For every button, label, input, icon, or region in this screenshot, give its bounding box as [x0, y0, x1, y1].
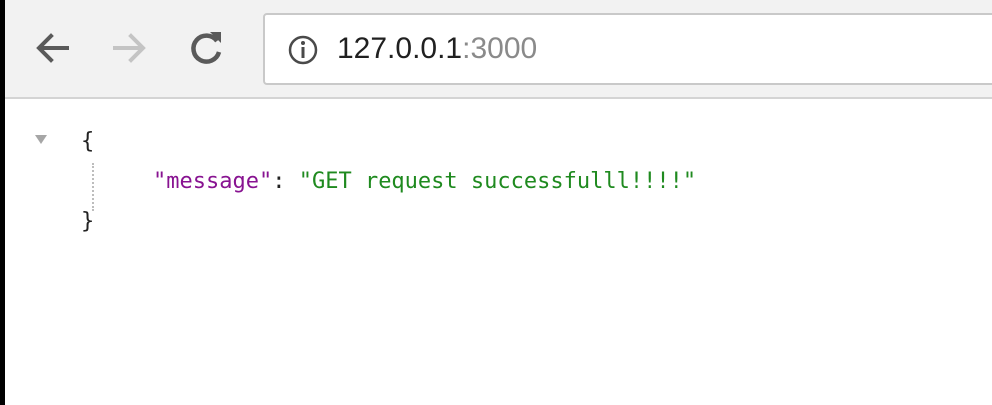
json-open-brace: { [81, 129, 95, 154]
json-viewer: { "message": "GET request successfulll!!… [5, 99, 992, 405]
reload-icon[interactable] [182, 24, 230, 72]
info-icon[interactable] [288, 35, 318, 65]
address-bar[interactable]: 127.0.0.1:3000 [263, 13, 992, 85]
json-key: "message" [153, 169, 273, 194]
url-port: :3000 [462, 32, 538, 65]
json-close-brace: } [81, 209, 95, 234]
url-host: 127.0.0.1 [337, 32, 463, 65]
browser-toolbar: 127.0.0.1:3000 [5, 0, 992, 99]
json-colon: : [272, 169, 299, 194]
back-arrow-icon[interactable] [29, 24, 77, 72]
url-text[interactable]: 127.0.0.1:3000 [337, 29, 537, 69]
collapse-triangle-icon[interactable] [35, 135, 47, 144]
forward-arrow-icon[interactable] [105, 24, 153, 72]
json-property-message: "message": "GET request successfulll!!!!… [153, 162, 696, 202]
json-string-value: "GET request successfulll!!!!" [298, 169, 697, 194]
